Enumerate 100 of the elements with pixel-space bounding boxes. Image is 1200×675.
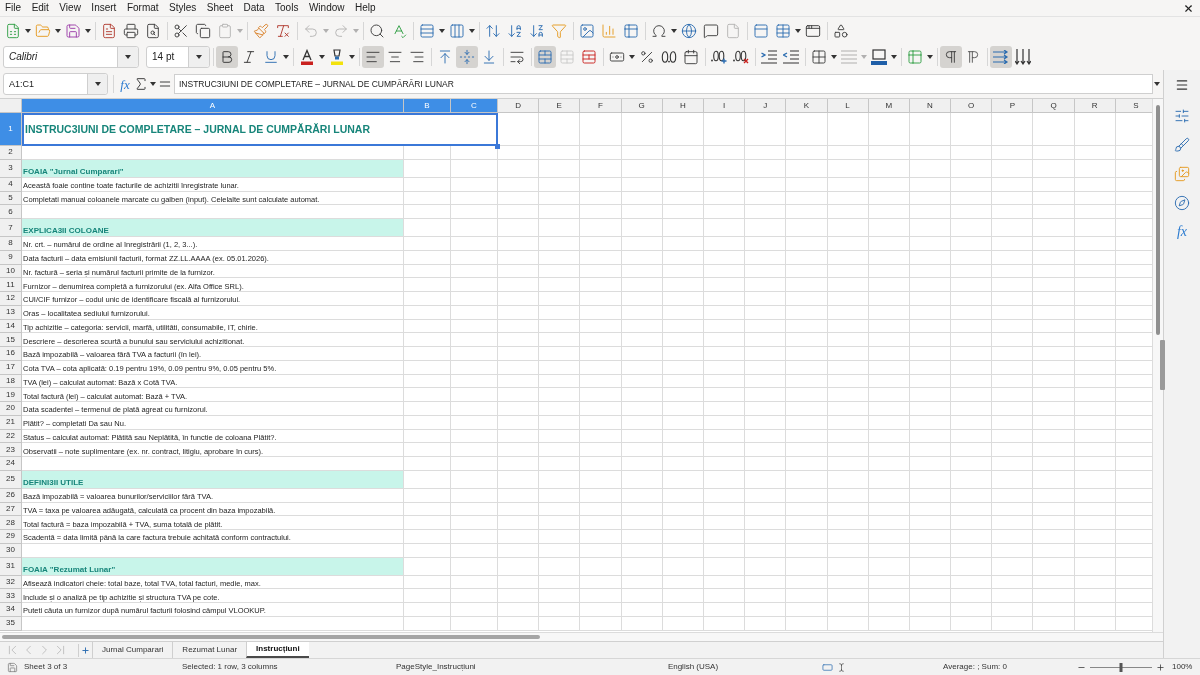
text-cursor-icon[interactable] — [836, 661, 846, 673]
column-header[interactable]: Q — [1033, 99, 1075, 113]
column-header[interactable]: P — [992, 99, 1034, 113]
column-header[interactable]: I — [703, 99, 746, 113]
row-header[interactable]: 28 — [0, 516, 22, 530]
menu-item[interactable]: Sheet — [206, 3, 233, 13]
clear-formatting-icon — [275, 22, 291, 39]
merge-and-center-button[interactable] — [534, 46, 556, 68]
brush-icon — [1174, 137, 1190, 153]
functions-button[interactable]: fx — [1171, 222, 1193, 242]
underline-icon — [263, 49, 279, 65]
column-header[interactable]: F — [580, 99, 622, 113]
add-decimal-icon — [711, 50, 727, 64]
menu-item[interactable]: Styles — [169, 3, 197, 13]
column-header[interactable]: O — [951, 99, 993, 113]
row-header[interactable]: 34 — [0, 603, 22, 617]
menu-item[interactable]: File — [5, 3, 22, 13]
column-header[interactable]: G — [621, 99, 663, 113]
bar-chart-icon — [601, 22, 617, 39]
sigma-icon — [133, 76, 149, 92]
scroll-thumb[interactable] — [2, 635, 540, 639]
rows-icon — [419, 22, 435, 39]
wrap-text-icon — [509, 49, 525, 65]
merge-cells-icon — [559, 49, 575, 65]
row-header[interactable]: 7 — [0, 219, 22, 237]
column-header[interactable]: J — [745, 99, 787, 113]
menu-item[interactable]: Tools — [275, 3, 299, 13]
window-icon — [805, 22, 821, 39]
row-header[interactable]: 6 — [0, 205, 22, 219]
name-box[interactable]: A1:C1 — [3, 73, 108, 95]
pilcrow-icon — [965, 49, 981, 65]
column-header[interactable]: M — [868, 99, 910, 113]
function-wizard-button[interactable]: fx — [117, 73, 133, 95]
menu-item[interactable]: Format — [126, 3, 159, 13]
zoom-in-icon[interactable] — [1156, 662, 1165, 672]
formula-input[interactable]: INSTRUC3IUNI DE COMPLETARE – JURNAL DE CUMPĂRĂRI LUNAR — [174, 74, 1153, 94]
font-name-box[interactable]: Calibri — [3, 46, 139, 68]
caret-icon — [861, 55, 867, 59]
caret-icon — [94, 82, 101, 86]
row-header[interactable]: 2 — [0, 146, 22, 160]
menu-item[interactable]: Help — [355, 3, 376, 13]
align-right-icon — [409, 49, 425, 65]
panel-icon — [753, 22, 769, 39]
row-header[interactable]: 19 — [0, 388, 22, 402]
row-header[interactable]: 16 — [0, 347, 22, 361]
globe-icon — [681, 22, 697, 39]
row-header[interactable]: 29 — [0, 530, 22, 544]
border-color-button[interactable] — [868, 46, 890, 68]
selection-mode-icon[interactable] — [820, 661, 834, 673]
zoom-percentage[interactable]: 100% — [1172, 663, 1193, 671]
menu-item[interactable]: Window — [308, 3, 345, 13]
row-header[interactable]: 24 — [0, 457, 22, 471]
row-header[interactable]: 20 — [0, 402, 22, 416]
bold-button[interactable] — [216, 46, 238, 68]
sidebar-handle[interactable] — [1160, 340, 1165, 390]
column-header[interactable]: R — [1074, 99, 1116, 113]
caret-icon — [629, 55, 635, 59]
row-header[interactable]: 15 — [0, 333, 22, 347]
caret-icon — [323, 28, 329, 33]
column-header[interactable]: E — [539, 99, 581, 113]
caret-icon — [927, 55, 933, 59]
column-header[interactable]: N — [909, 99, 952, 113]
menu-item[interactable]: Insert — [91, 3, 117, 13]
menu-item[interactable]: Edit — [31, 3, 49, 13]
save-status-icon — [7, 661, 18, 673]
left-to-right-button[interactable] — [940, 46, 962, 68]
caret-icon — [25, 28, 31, 33]
menu-item[interactable]: View — [59, 3, 81, 13]
menu-item[interactable]: Data — [243, 3, 265, 13]
sheet-tab[interactable]: Instrucțiuni — [246, 642, 309, 658]
column-header[interactable]: L — [827, 99, 869, 113]
row-header[interactable]: 23 — [0, 443, 22, 457]
caret-icon — [349, 55, 355, 59]
row-header[interactable]: 11 — [0, 278, 22, 292]
caret-icon — [55, 28, 61, 33]
column-header[interactable]: K — [786, 99, 828, 113]
column-header[interactable]: H — [662, 99, 704, 113]
add-sheet-button[interactable] — [78, 643, 92, 657]
column-header[interactable]: D — [498, 99, 540, 113]
horizontal-text-button[interactable] — [990, 46, 1012, 68]
row-header[interactable]: 33 — [0, 589, 22, 603]
page-style-text[interactable]: PageStyle_Instrucțiuni — [396, 662, 476, 671]
row-header[interactable]: 12 — [0, 292, 22, 306]
column-header[interactable]: S — [1115, 99, 1152, 113]
caret-icon — [795, 28, 801, 33]
borders-icon — [811, 49, 827, 65]
bold-icon — [219, 49, 235, 65]
split-cells-icon — [581, 49, 597, 65]
sheet-position-text: Sheet 3 of 3 — [24, 663, 68, 671]
plus-icon — [81, 645, 90, 655]
language-text[interactable]: English (USA) — [667, 663, 719, 671]
fill-handle-icon[interactable] — [495, 144, 500, 149]
font-size-box[interactable]: 14 pt — [146, 46, 210, 68]
grid-icon — [775, 22, 791, 39]
compass-icon — [1174, 195, 1190, 211]
document-icon — [101, 22, 117, 39]
zoom-thumb[interactable] — [1119, 662, 1123, 672]
scroll-thumb[interactable] — [1156, 105, 1160, 335]
align-left-button[interactable] — [362, 46, 384, 68]
row-header[interactable]: 8 — [0, 237, 22, 251]
